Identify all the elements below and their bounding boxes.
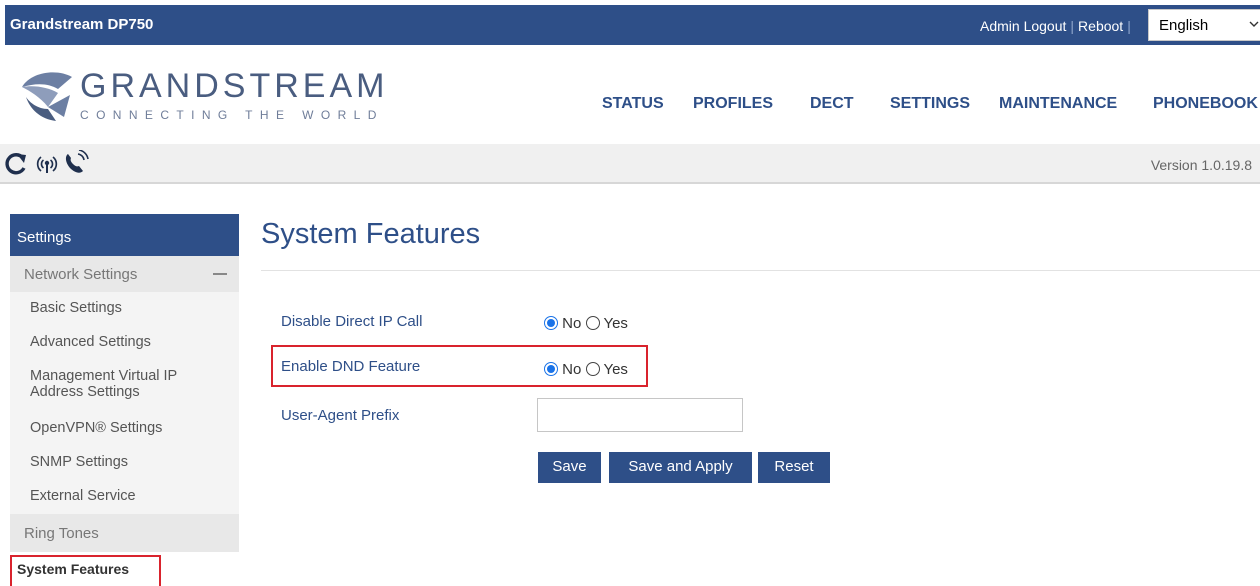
logo-tagline: CONNECTING THE WORLD <box>80 108 384 122</box>
logo-mark-icon <box>22 72 72 121</box>
sidebar-item-label: OpenVPN® Settings <box>30 420 163 436</box>
disable-direct-ip-call-yes-radio[interactable] <box>585 316 600 330</box>
user-agent-prefix-input[interactable] <box>537 398 743 432</box>
sidebar-item-label: Basic Settings <box>30 300 122 316</box>
save-and-apply-button[interactable]: Save and Apply <box>609 452 752 483</box>
wireless-signal-icon <box>36 156 58 173</box>
page-title: System Features <box>261 218 481 250</box>
grandstream-logo: GRANDSTREAM CONNECTING THE WORLD <box>18 67 398 127</box>
nav-phonebook[interactable]: PHONEBOOK <box>1153 95 1258 113</box>
sidebar-item-external-service[interactable]: External Service <box>10 480 239 514</box>
phone-call-icon <box>65 150 89 173</box>
sidebar-group-label: Ring Tones <box>24 525 99 542</box>
radio-option-label: Yes <box>603 361 628 378</box>
sidebar-item-label: Management Virtual IP Address Settings <box>30 368 177 400</box>
sidebar-item-label: Advanced Settings <box>30 334 151 350</box>
collapse-minus-icon[interactable] <box>213 273 227 275</box>
sidebar-header: Settings <box>10 214 239 256</box>
sidebar-item-label: External Service <box>30 488 136 504</box>
enable-dnd-yes-radio[interactable] <box>585 362 600 376</box>
sidebar-item-basic-settings[interactable]: Basic Settings <box>10 292 239 326</box>
sidebar-item-management-virtual-ip[interactable]: Management Virtual IP Address Settings <box>10 360 239 412</box>
disable-direct-ip-call-no-radio[interactable] <box>544 316 558 330</box>
nav-settings[interactable]: SETTINGS <box>890 95 970 113</box>
top-links: Admin Logout | Reboot | <box>980 18 1135 34</box>
sidebar-group-label: Network Settings <box>24 266 138 283</box>
sidebar-item-label: SNMP Settings <box>30 454 129 470</box>
logo-brand: GRANDSTREAM <box>80 67 389 105</box>
separator: | <box>1127 18 1131 34</box>
nav-status[interactable]: STATUS <box>602 95 664 113</box>
top-bar: Grandstream DP750 Admin Logout | Reboot | E… <box>5 5 1260 45</box>
title-divider <box>261 270 1260 271</box>
sidebar-group-ring-tones[interactable]: Ring Tones <box>10 514 239 552</box>
radio-option-label: No <box>562 315 582 332</box>
reset-button[interactable]: Reset <box>758 452 830 483</box>
radio-option-label: Yes <box>603 315 628 332</box>
enable-dnd-no-radio[interactable] <box>544 362 558 376</box>
save-button[interactable]: Save <box>538 452 601 483</box>
enable-dnd-feature-radios: No Yes <box>544 361 628 378</box>
nav-dect[interactable]: DECT <box>810 95 854 113</box>
user-agent-prefix-label: User-Agent Prefix <box>281 407 400 424</box>
reboot-link[interactable]: Reboot <box>1078 18 1123 34</box>
radio-option-label: No <box>562 361 582 378</box>
disable-direct-ip-call-label: Disable Direct IP Call <box>281 313 423 330</box>
language-value: English <box>1159 17 1209 34</box>
sidebar-group-network-settings[interactable]: Network Settings <box>10 256 239 292</box>
sidebar-item-openvpn-settings[interactable]: OpenVPN® Settings <box>10 412 239 446</box>
refresh-icon[interactable] <box>4 152 28 176</box>
product-name: Grandstream DP750 <box>10 16 154 33</box>
sidebar-active-highlight <box>10 555 161 586</box>
sidebar-item-advanced-settings[interactable]: Advanced Settings <box>10 326 239 360</box>
status-toolbar: Version 1.0.19.8 <box>0 144 1260 184</box>
separator: | <box>1070 18 1075 34</box>
enable-dnd-feature-label: Enable DND Feature <box>281 358 421 375</box>
chevron-down-icon <box>1249 21 1259 27</box>
nav-maintenance[interactable]: MAINTENANCE <box>999 95 1117 113</box>
sidebar: Settings Network Settings Basic Settings… <box>10 214 239 582</box>
admin-logout-link[interactable]: Admin Logout <box>980 18 1066 34</box>
firmware-version: Version 1.0.19.8 <box>1150 157 1252 173</box>
language-select[interactable]: English <box>1148 9 1260 41</box>
disable-direct-ip-call-radios: No Yes <box>544 315 628 332</box>
sidebar-item-snmp-settings[interactable]: SNMP Settings <box>10 446 239 480</box>
nav-profiles[interactable]: PROFILES <box>693 95 773 113</box>
